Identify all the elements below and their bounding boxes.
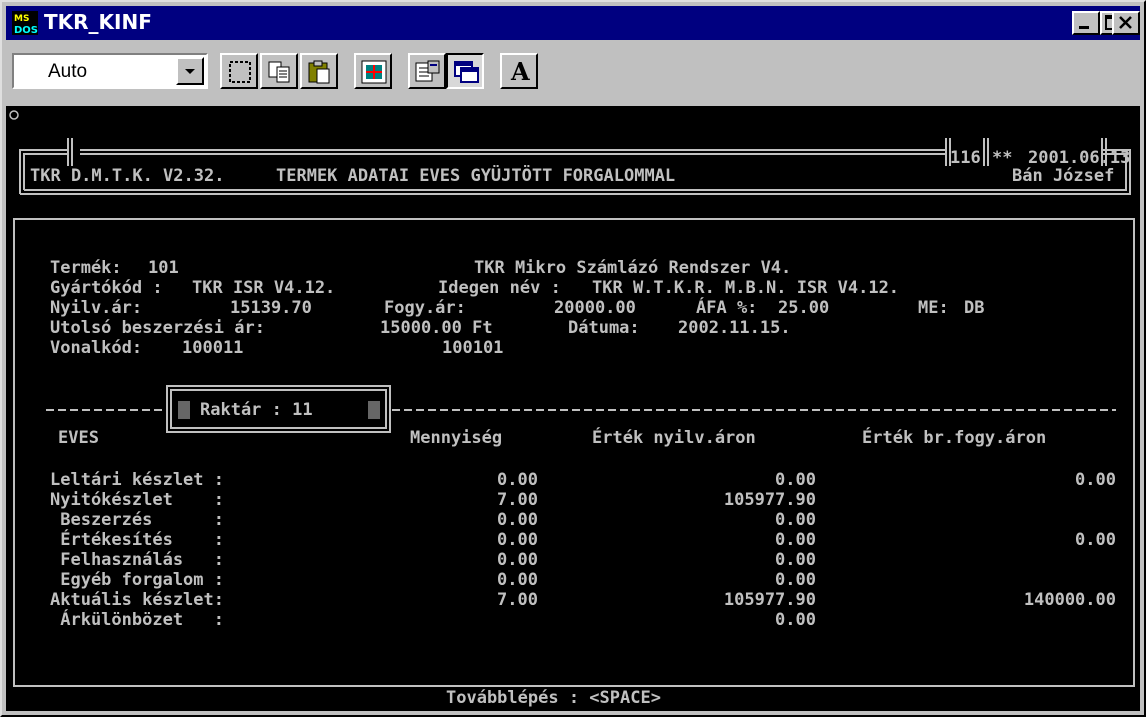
row-value: 0.00 [775, 470, 816, 490]
row-label: Leltári készlet : [50, 470, 224, 490]
background-icon [454, 61, 479, 83]
row-value: 0.00 [775, 610, 816, 630]
afa-label: ÁFA %: [696, 298, 758, 318]
copy-button[interactable] [260, 53, 298, 89]
gyartokod-label: Gyártókód : [50, 278, 163, 298]
row-label: Értékesítés : [50, 530, 224, 550]
row-value: 0.00 [775, 570, 816, 590]
column-header-mennyiseg: Mennyiség [410, 428, 503, 448]
me-value: DB [964, 298, 985, 318]
properties-icon [415, 60, 440, 82]
close-icon [1119, 16, 1132, 29]
font-size-value: Auto [48, 61, 88, 82]
termek-value: 101 [148, 258, 179, 278]
svg-text:MS: MS [14, 14, 29, 24]
window-title: TKR_KINF [44, 10, 152, 34]
paste-icon [308, 60, 330, 84]
background-button[interactable] [446, 53, 484, 89]
row-label: Nyitókészlet : [50, 490, 224, 510]
minimize-icon [1079, 26, 1089, 29]
row-label: Felhasználás : [50, 550, 224, 570]
vonalkod-label: Vonalkód: [50, 338, 143, 358]
row-gross: 140000.00 [1023, 590, 1116, 610]
font-icon: A [511, 57, 530, 86]
chevron-down-icon [185, 69, 195, 74]
close-button[interactable] [1112, 11, 1140, 35]
row-value: 0.00 [775, 550, 816, 570]
vonalkod-value-2: 100101 [442, 338, 504, 358]
row-value: 105977.90 [723, 590, 816, 610]
minimize-button[interactable] [1072, 11, 1100, 35]
me-label: ME: [918, 298, 949, 318]
row-value: 0.00 [775, 510, 816, 530]
properties-button[interactable] [408, 53, 446, 89]
copy-icon [268, 61, 290, 83]
row-qty: 0.00 [497, 550, 538, 570]
title-bar[interactable]: MS DOS TKR_KINF [6, 6, 1140, 40]
header-code: 116 [950, 148, 981, 168]
paste-button[interactable] [300, 53, 338, 89]
nyilvar-value: 15139.70 [230, 298, 312, 318]
svg-text:DOS: DOS [14, 25, 38, 35]
termek-label: Termék: [50, 258, 122, 278]
font-size-combobox[interactable]: Auto [12, 53, 208, 89]
row-label: Árkülönbözet : [50, 610, 224, 630]
datuma-label: Dátuma: [568, 318, 640, 338]
row-qty: 7.00 [497, 490, 538, 510]
header-flag: ** [992, 148, 1013, 168]
continue-hint: Továbblépés : <SPACE> [446, 688, 661, 708]
screen-title: TERMEK ADATAI EVES GYÜJTÖTT FORGALOMMAL [276, 166, 676, 186]
column-header-ertek-brfogy: Érték br.fogy.áron [862, 428, 1047, 448]
row-qty: 0.00 [497, 470, 538, 490]
mark-icon [229, 61, 251, 83]
nyilvar-label: Nyilv.ár: [50, 298, 143, 318]
toolbar: Auto A [6, 44, 1140, 100]
utolso-label: Utolsó beszerzési ár: [50, 318, 265, 338]
program-name: TKR D.M.T.K. V2.32. [30, 166, 225, 186]
ms-dos-icon: MS DOS [12, 11, 38, 35]
dos-window: MS DOS TKR_KINF Auto A 116 ** 2001.06.13… [0, 0, 1146, 717]
vonalkod-value: 100011 [182, 338, 244, 358]
console-screen[interactable]: 116 ** 2001.06.13 TKR D.M.T.K. V2.32. TE… [6, 106, 1140, 711]
row-qty: 0.00 [497, 570, 538, 590]
header-date: 2001.06.13 [1028, 148, 1131, 168]
font-size-dropdown-button[interactable] [176, 57, 204, 85]
user-name: Bán József [1012, 166, 1115, 186]
mark-button[interactable] [220, 53, 258, 89]
row-value: 0.00 [775, 530, 816, 550]
fogyar-label: Fogy.ár: [384, 298, 466, 318]
idegen-value: TKR W.T.K.R. M.B.N. ISR V4.12. [592, 278, 900, 298]
row-qty: 7.00 [497, 590, 538, 610]
column-header-ertek-nyilv: Érték nyilv.áron [592, 428, 756, 448]
fullscreen-icon [361, 60, 387, 84]
row-gross: 0.00 [1075, 470, 1116, 490]
row-qty: 0.00 [497, 510, 538, 530]
row-label: Egyéb forgalom : [50, 570, 224, 590]
utolso-value: 15000.00 Ft [380, 318, 493, 338]
fullscreen-button[interactable] [354, 53, 392, 89]
row-value: 105977.90 [723, 490, 816, 510]
datuma-value: 2002.11.15. [678, 318, 791, 338]
afa-value: 25.00 [778, 298, 830, 318]
row-qty: 0.00 [497, 530, 538, 550]
idegen-label: Idegen név : [438, 278, 561, 298]
font-button[interactable]: A [500, 53, 538, 89]
row-label: Aktuális készlet: [50, 590, 224, 610]
row-label: Beszerzés : [50, 510, 224, 530]
fogyar-value: 20000.00 [554, 298, 636, 318]
row-gross: 0.00 [1075, 530, 1116, 550]
gyartokod-value: TKR ISR V4.12. [192, 278, 336, 298]
column-header-eves: EVES [58, 428, 99, 448]
product-name: TKR Mikro Számlázó Rendszer V4. [474, 258, 792, 278]
raktar-label: Raktár : 11 [200, 400, 313, 420]
